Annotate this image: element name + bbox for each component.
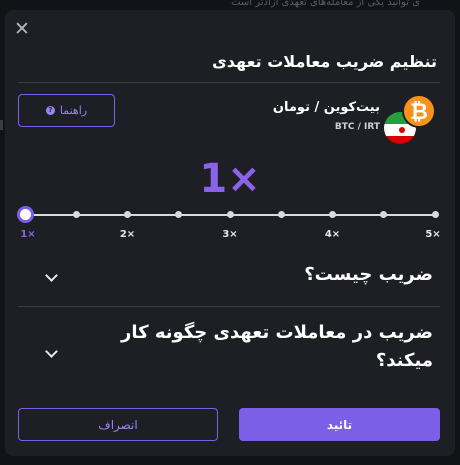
tick-label[interactable]: 5× [425,229,440,240]
slider-step-dot[interactable] [226,211,234,218]
tick-label[interactable]: 3× [222,229,237,240]
help-button-label: راهنما [59,104,88,117]
slider-step-dot[interactable] [72,211,80,218]
faq-question-line2: میکند؟ [375,350,433,371]
slider-step-dot[interactable] [329,211,336,218]
tick-label[interactable]: 1× [20,229,35,240]
help-button[interactable]: راهنما ? [18,94,115,127]
pair-code: BTC / IRT [334,122,380,132]
chevron-down-icon [45,345,58,358]
chevron-down-icon [45,269,58,282]
bitcoin-icon: ₿ [402,94,436,128]
leverage-slider-thumb[interactable] [17,206,34,223]
close-icon[interactable]: ✕ [13,20,31,39]
help-icon: ? [45,106,55,115]
faq-item-how-leverage-works[interactable]: ضریب در معاملات تعهدی چگونه کار میکند؟ [18,315,440,395]
tick-label[interactable]: 4× [325,229,340,240]
faq-divider [18,306,440,307]
confirm-button[interactable]: تائید [239,408,440,441]
slider-step-dot[interactable] [277,211,285,218]
slider-step-dot[interactable] [124,211,131,218]
faq-question: ضریب چیست؟ [304,264,433,285]
backdrop-mark [0,120,3,130]
pair-name: بیت‌کوین / تومان [272,100,380,115]
tick-label[interactable]: 2× [120,229,135,240]
leverage-value: 1× [199,156,261,202]
faq-item-what-is-leverage[interactable]: ضریب چیست؟ [18,255,440,305]
header-divider [18,82,440,83]
slider-step-dot[interactable] [175,211,183,218]
cancel-button[interactable]: انصراف [18,408,218,441]
slider-step-dot[interactable] [431,211,439,218]
slider-step-dot[interactable] [380,211,388,218]
faq-question-line1: ضریب در معاملات تعهدی چگونه کار [121,322,433,343]
modal-title: تنظیم ضریب معاملات تعهدی [212,52,437,71]
leverage-modal: ✕ تنظیم ضریب معاملات تعهدی راهنما ? بیت‌… [5,10,455,456]
backdrop-text: ی توانید یکی از معامله‌های تعهدی آزادتر … [231,0,420,8]
